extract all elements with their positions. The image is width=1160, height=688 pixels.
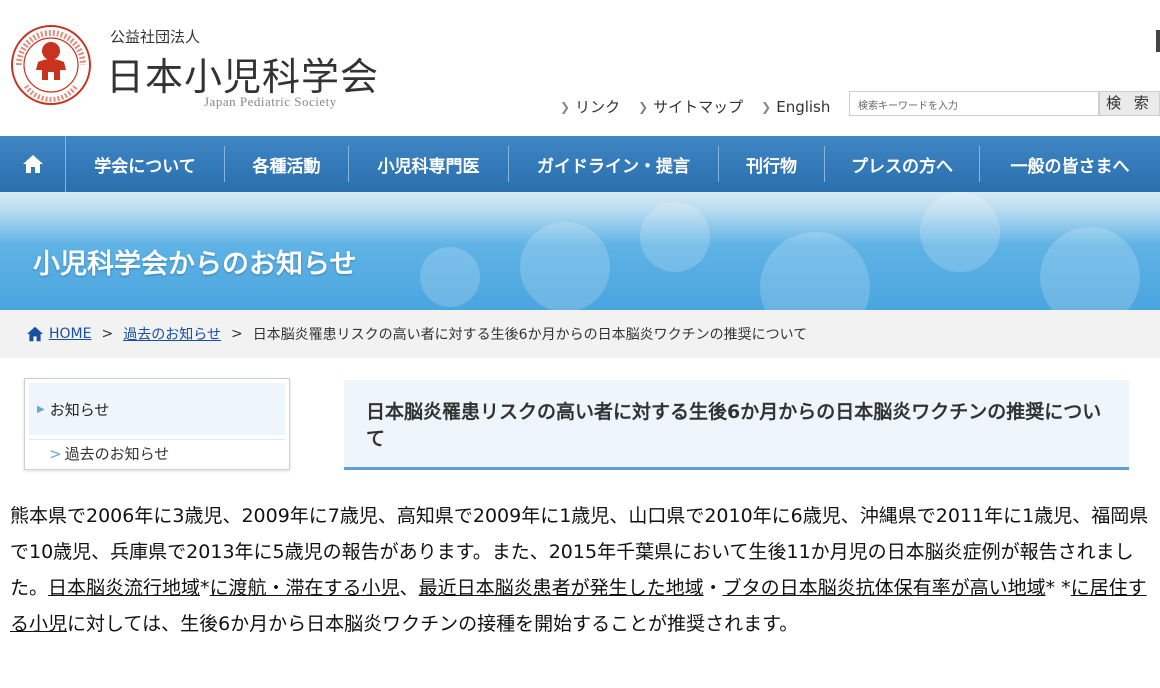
main-nav: 学会について 各種活動 小児科専門医 ガイドライン・提言 刊行物 プレスの方へ … — [0, 136, 1160, 192]
link-travel-children[interactable]: に渡航・滞在する小児 — [210, 577, 400, 599]
nav-item-activities[interactable]: 各種活動 — [225, 146, 349, 182]
chevron-right-icon: > — [49, 444, 62, 463]
edge-marker — [1156, 30, 1160, 52]
link-je-endemic-areas[interactable]: 日本脳炎流行地域 — [48, 577, 200, 599]
link-english[interactable]: ❯ English — [761, 96, 830, 117]
banner-bokeh — [920, 192, 1000, 272]
org-name-en: Japan Pediatric Society — [204, 94, 337, 109]
nav-item-about[interactable]: 学会について — [66, 146, 225, 182]
breadcrumb-parent-link[interactable]: 過去のお知らせ — [123, 324, 221, 344]
breadcrumb-current: 日本脳炎罹患リスクの高い者に対する生後6か月からの日本脳炎ワクチンの推奨について — [252, 327, 808, 343]
article-body: 熊本県で2006年に3歳児、2009年に7歳児、高知県で2009年に1歳児、山口… — [10, 505, 1149, 635]
breadcrumb-home-link[interactable]: HOME — [49, 326, 91, 342]
org-type: 公益社団法人 — [110, 28, 201, 46]
link-links[interactable]: ❯ リンク — [560, 96, 620, 117]
banner-bokeh — [1040, 227, 1140, 310]
site-header: 公益社団法人 日本小児科学会 Japan Pediatric Society ❯… — [0, 0, 1160, 130]
banner-title: 小児科学会からのお知らせ — [33, 249, 357, 280]
breadcrumb-separator: > — [101, 326, 114, 342]
home-icon — [27, 326, 43, 342]
side-menu: ▶ お知らせ > 過去のお知らせ — [24, 378, 290, 470]
side-menu-past-news[interactable]: > 過去のお知らせ — [29, 439, 285, 467]
chevron-right-icon: ❯ — [638, 99, 649, 114]
nav-item-specialist[interactable]: 小児科専門医 — [349, 146, 509, 182]
banner-bokeh — [640, 202, 710, 272]
link-recent-cases-area[interactable]: 最近日本脳炎患者が発生した地域 — [419, 577, 704, 599]
banner-bokeh — [760, 232, 870, 310]
link-pig-antibody-area[interactable]: ブタの日本脳炎抗体保有率が高い地域 — [723, 577, 1046, 599]
search-input[interactable]: 検索キーワードを入力 — [849, 91, 1099, 116]
nav-item-press[interactable]: プレスの方へ — [825, 146, 980, 182]
banner-bokeh — [420, 247, 480, 307]
org-name[interactable]: 日本小児科学会 — [106, 46, 379, 101]
link-sitemap[interactable]: ❯ サイトマップ — [638, 96, 743, 117]
breadcrumb-separator: > — [230, 326, 243, 342]
triangle-right-icon: ▶ — [37, 403, 45, 415]
nav-home[interactable] — [0, 136, 66, 192]
chevron-right-icon: ❯ — [560, 99, 571, 114]
nav-item-publications[interactable]: 刊行物 — [719, 146, 825, 182]
search-button[interactable]: 検 索 — [1099, 91, 1160, 116]
nav-item-guidelines[interactable]: ガイドライン・提言 — [509, 146, 719, 182]
page-banner: 小児科学会からのお知らせ — [0, 192, 1160, 310]
article-title: 日本脳炎罹患リスクの高い者に対する生後6か月からの日本脳炎ワクチンの推奨について — [344, 380, 1129, 470]
breadcrumb: HOME > 過去のお知らせ > 日本脳炎罹患リスクの高い者に対する生後6か月か… — [0, 310, 1160, 358]
society-seal-logo[interactable] — [10, 20, 92, 110]
chevron-right-icon: ❯ — [761, 99, 772, 114]
banner-bokeh — [520, 222, 610, 310]
home-icon — [22, 155, 43, 173]
utility-links: ❯ リンク ❯ サイトマップ ❯ English — [560, 96, 848, 117]
nav-item-public[interactable]: 一般の皆さまへ — [980, 146, 1160, 182]
side-menu-news[interactable]: ▶ お知らせ — [29, 383, 285, 435]
